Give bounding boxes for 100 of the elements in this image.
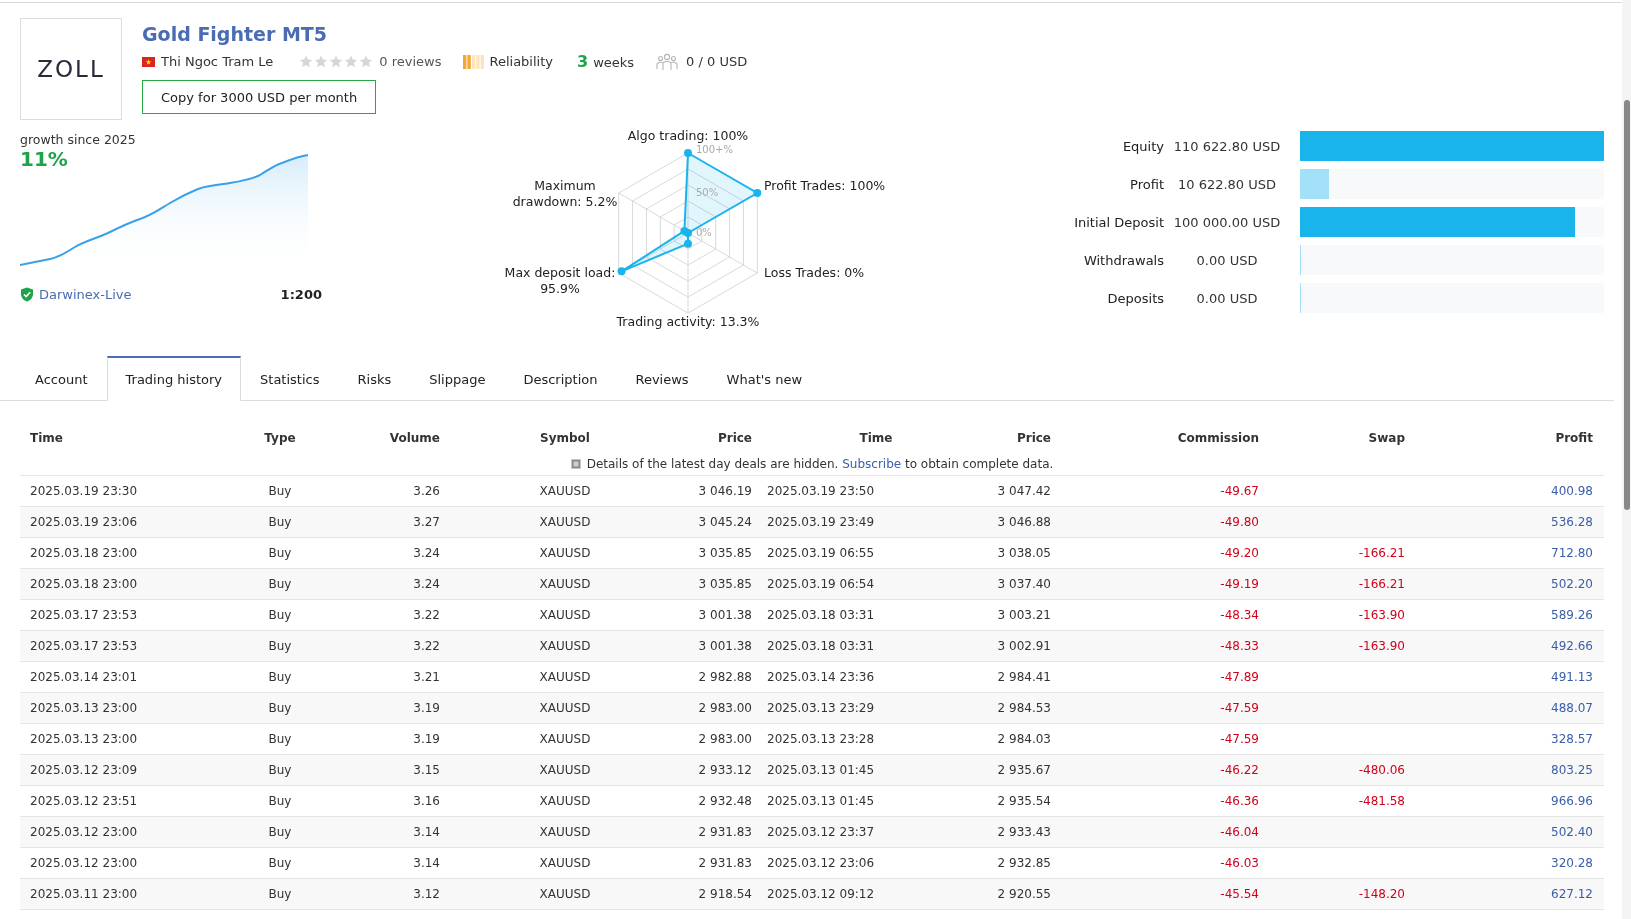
column-header[interactable]: Swap: [1259, 431, 1405, 445]
radar-point: [680, 226, 689, 235]
profit-cell-text: 491.13: [1550, 670, 1594, 684]
column-header[interactable]: Price: [970, 431, 1051, 445]
profit-cell-text: 803.25: [1550, 763, 1594, 777]
column-header[interactable]: Volume: [330, 431, 440, 445]
copy-button[interactable]: Copy for 3000 USD per month: [142, 80, 377, 114]
table-cell-text: Buy: [267, 639, 293, 653]
balance-value: 100 000.00 USD: [1172, 214, 1282, 230]
flag-icon: [142, 56, 155, 67]
negative-cell-text: -166.21: [1357, 546, 1405, 560]
tab[interactable]: Statistics: [241, 356, 339, 401]
table-cell-text: 3 035.85: [697, 546, 752, 560]
table-cell-text: 3 037.40: [996, 577, 1051, 591]
table-cell-text: 2025.03.12 23:00: [29, 856, 139, 870]
table-cell-text: 2025.03.12 09:12: [766, 887, 876, 901]
table-cell-text: 2 984.41: [996, 670, 1051, 684]
table-cell-text: Buy: [267, 732, 293, 746]
axis-label: drawdown: 5.2%: [512, 194, 618, 209]
server-link[interactable]: Darwinex-Live: [39, 287, 132, 302]
table-cell-text: 2025.03.17 23:53: [29, 608, 139, 622]
profit-cell-text: 502.20: [1550, 577, 1594, 591]
table-cell-text: Buy: [267, 546, 293, 560]
table-cell-text: 2025.03.17 23:53: [29, 639, 139, 653]
table-cell-text: 3 046.88: [996, 515, 1051, 529]
table-cell-text: Buy: [267, 515, 293, 529]
column-header[interactable]: Symbol: [440, 431, 690, 445]
table-cell-text: 2025.03.19 06:54: [766, 577, 876, 591]
table-cell-text: 2025.03.11 23:00: [29, 887, 139, 901]
table-cell-text: 3.22: [412, 608, 440, 622]
scale-label: 0%: [696, 227, 712, 238]
balance-value: 0.00 USD: [1195, 252, 1259, 268]
tab[interactable]: Reviews: [616, 356, 708, 401]
scrollbar-thumb[interactable]: [1624, 100, 1630, 510]
reviews-count[interactable]: 0 reviews: [379, 54, 442, 69]
table-cell-text: XAUUSD: [538, 577, 592, 591]
axis-label: 95.9%: [540, 281, 580, 296]
subscribers-funds: 0 / 0 USD: [686, 54, 748, 69]
profit-cell-text: 320.28: [1550, 856, 1594, 870]
table-cell-text: Buy: [267, 763, 293, 777]
profit-cell-text: 966.96: [1550, 794, 1594, 808]
signal-title[interactable]: Gold Fighter MT5: [142, 21, 748, 47]
table-cell-text: 2 935.54: [996, 794, 1051, 808]
tab[interactable]: Risks: [338, 356, 411, 401]
tab[interactable]: What's new: [707, 356, 822, 401]
people-icon: [656, 52, 679, 71]
table-cell-text: 3 035.85: [697, 577, 752, 591]
table-cell-text: 2025.03.19 23:30: [29, 484, 139, 498]
table-cell-text: XAUUSD: [538, 484, 592, 498]
table-cell-text: Buy: [267, 577, 293, 591]
profit-cell-text: 492.66: [1550, 639, 1594, 653]
negative-cell-text: -47.59: [1219, 701, 1259, 715]
table-cell-text: 2025.03.13 23:28: [766, 732, 876, 746]
table-cell-text: 3.24: [412, 577, 440, 591]
tab[interactable]: Description: [504, 356, 617, 401]
radar-point: [753, 189, 762, 197]
tab[interactable]: Slippage: [410, 356, 505, 401]
subscribe-link[interactable]: Subscribe: [842, 457, 902, 471]
table-cell-text: 2025.03.18 03:31: [766, 608, 876, 622]
axis-label: Profit Trades: 100%: [764, 178, 886, 193]
table-cell-text: XAUUSD: [538, 608, 592, 622]
negative-cell-text: -47.89: [1219, 670, 1259, 684]
axis-label: Trading activity: 13.3%: [616, 314, 760, 329]
negative-cell-text: -46.04: [1219, 825, 1259, 839]
table-cell-text: 2025.03.12 23:51: [29, 794, 139, 808]
profit-cell-text: 400.98: [1550, 484, 1594, 498]
profit-cell-text: 502.40: [1550, 825, 1594, 839]
table-cell-text: 2025.03.12 23:00: [29, 825, 139, 839]
table-cell-text: 2 933.12: [697, 763, 752, 777]
axis-label: Algo trading: 100%: [627, 128, 749, 143]
growth-caption: growth since 2025: [20, 132, 137, 147]
table-cell-text: 2025.03.13 01:45: [766, 794, 876, 808]
negative-cell-text: -148.20: [1357, 887, 1405, 901]
negative-cell-text: -45.54: [1219, 887, 1259, 901]
table-cell-text: 2025.03.19 23:06: [29, 515, 139, 529]
table-cell-text: 3.15: [412, 763, 440, 777]
table-cell-text: 3 003.21: [996, 608, 1051, 622]
table-cell-text: 2025.03.12 23:09: [29, 763, 139, 777]
table-cell-text: 3 038.05: [996, 546, 1051, 560]
table-cell-text: 2025.03.18 03:31: [766, 639, 876, 653]
column-header[interactable]: Type: [230, 431, 330, 445]
table-cell-text: 3.12: [412, 887, 440, 901]
table-cell-text: 2 932.85: [996, 856, 1051, 870]
tab[interactable]: Trading history: [106, 356, 242, 401]
column-header[interactable]: Profit: [1405, 431, 1603, 445]
radar-point: [684, 149, 692, 157]
table-cell-text: 3 001.38: [697, 639, 752, 653]
table-cell-text: 2 933.43: [996, 825, 1051, 839]
tab[interactable]: Account: [16, 356, 107, 401]
table-cell-text: 3.26: [412, 484, 440, 498]
profit-cell-text: 536.28: [1550, 515, 1594, 529]
table-cell-text: 3 047.42: [996, 484, 1051, 498]
column-header[interactable]: Time: [20, 431, 230, 445]
column-header[interactable]: Commission: [1051, 431, 1259, 445]
column-header[interactable]: Time: [752, 431, 970, 445]
balance-label: Withdrawals: [1082, 252, 1164, 268]
author-name[interactable]: Thi Ngoc Tram Le: [161, 54, 274, 69]
table-cell-text: 2 932.48: [697, 794, 752, 808]
column-header[interactable]: Price: [690, 431, 752, 445]
table-cell-text: 3.24: [412, 546, 440, 560]
